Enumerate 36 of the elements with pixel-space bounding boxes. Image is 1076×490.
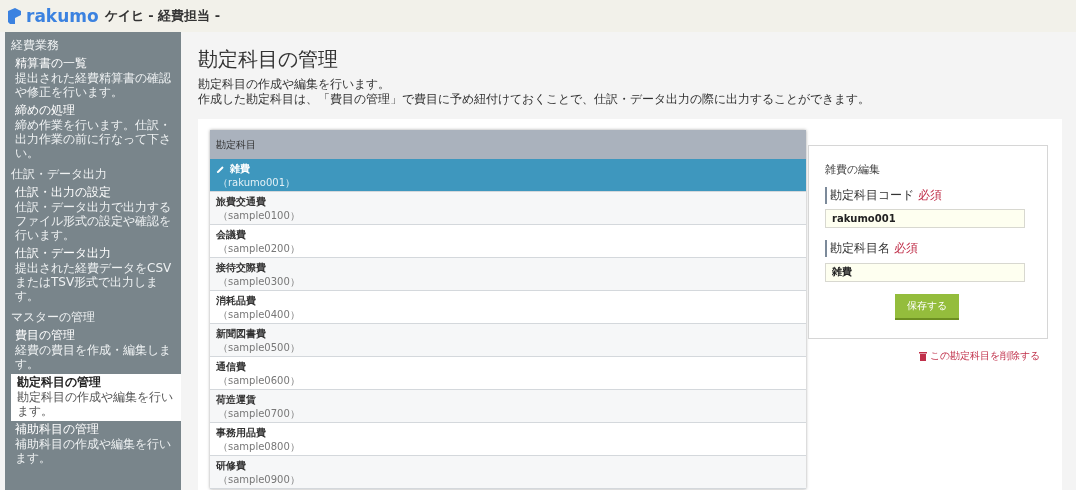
input-field[interactable]: rakumo001 xyxy=(825,209,1025,228)
list-row[interactable]: 事務用品費 （sample0800） xyxy=(210,423,806,456)
page-title: 勘定科目の管理 xyxy=(198,46,339,73)
sidebar-heading: 経費業務 xyxy=(10,37,60,54)
sidebar-heading: マスターの管理 xyxy=(10,309,96,326)
page-description: 作成した勘定科目は、「費目の管理」で費目に予め紐付けておくことで、仕訳・データ出力の際に出力することができます。 xyxy=(198,92,871,107)
list-header: 勘定科目 xyxy=(210,130,806,159)
list-row[interactable]: 研修費 （sample0900） xyxy=(210,456,806,489)
field-label: 勘定科目コード xyxy=(830,187,914,204)
field-label: 勘定科目名 xyxy=(830,240,890,257)
page-description: 勘定科目の作成や編集を行います。 xyxy=(198,77,391,92)
logo-icon xyxy=(6,7,22,25)
pencil-icon xyxy=(216,164,225,174)
sidebar-item[interactable]: 勘定科目の管理 勘定科目の作成や編集を行います。 xyxy=(11,374,181,421)
list-row[interactable]: 接待交際費 （sample0300） xyxy=(210,258,806,291)
list-row[interactable]: 会議費 （sample0200） xyxy=(210,225,806,258)
app-title: ケイヒ - 経費担当 - xyxy=(104,7,221,25)
logo-text: rakumo xyxy=(26,6,99,26)
list-row[interactable]: 通信費 （sample0600） xyxy=(210,357,806,390)
sidebar-item[interactable]: 締めの処理 締め作業を行います。仕訳・出力作業の前に行なって下さい。 xyxy=(5,102,181,163)
required-label: 必須 xyxy=(894,240,918,257)
delete-link[interactable]: この勘定科目を削除する xyxy=(919,348,1040,363)
sidebar-item[interactable]: 精算書の一覧 提出された経費精算書の確認や修正を行います。 xyxy=(5,55,181,102)
input-field[interactable]: 雑費 xyxy=(825,262,1025,282)
edit-title: 雑費の編集 xyxy=(825,162,881,177)
sidebar-item[interactable]: 費目の管理 経費の費目を作成・編集します。 xyxy=(5,327,181,374)
sidebar-item[interactable]: 補助科目の管理 補助科目の作成や編集を行います。 xyxy=(5,421,181,468)
list-row[interactable]: 新聞図書費 （sample0500） xyxy=(210,324,806,357)
list-row[interactable]: 消耗品費 （sample0400） xyxy=(210,291,806,324)
trash-icon xyxy=(919,350,927,361)
list-row[interactable]: 旅費交通費 （sample0100） xyxy=(210,192,806,225)
required-label: 必須 xyxy=(918,187,942,204)
sidebar-heading: 仕訳・データ出力 xyxy=(10,166,108,183)
sidebar-item[interactable]: 仕訳・出力の設定 仕訳・データ出力で出力するファイル形式の設定や確認を行います。 xyxy=(5,184,181,245)
sidebar-item[interactable]: 仕訳・データ出力 提出された経費データをCSVまたはTSV形式で出力します。 xyxy=(5,245,181,306)
list-row[interactable]: 荷造運賃 （sample0700） xyxy=(210,390,806,423)
